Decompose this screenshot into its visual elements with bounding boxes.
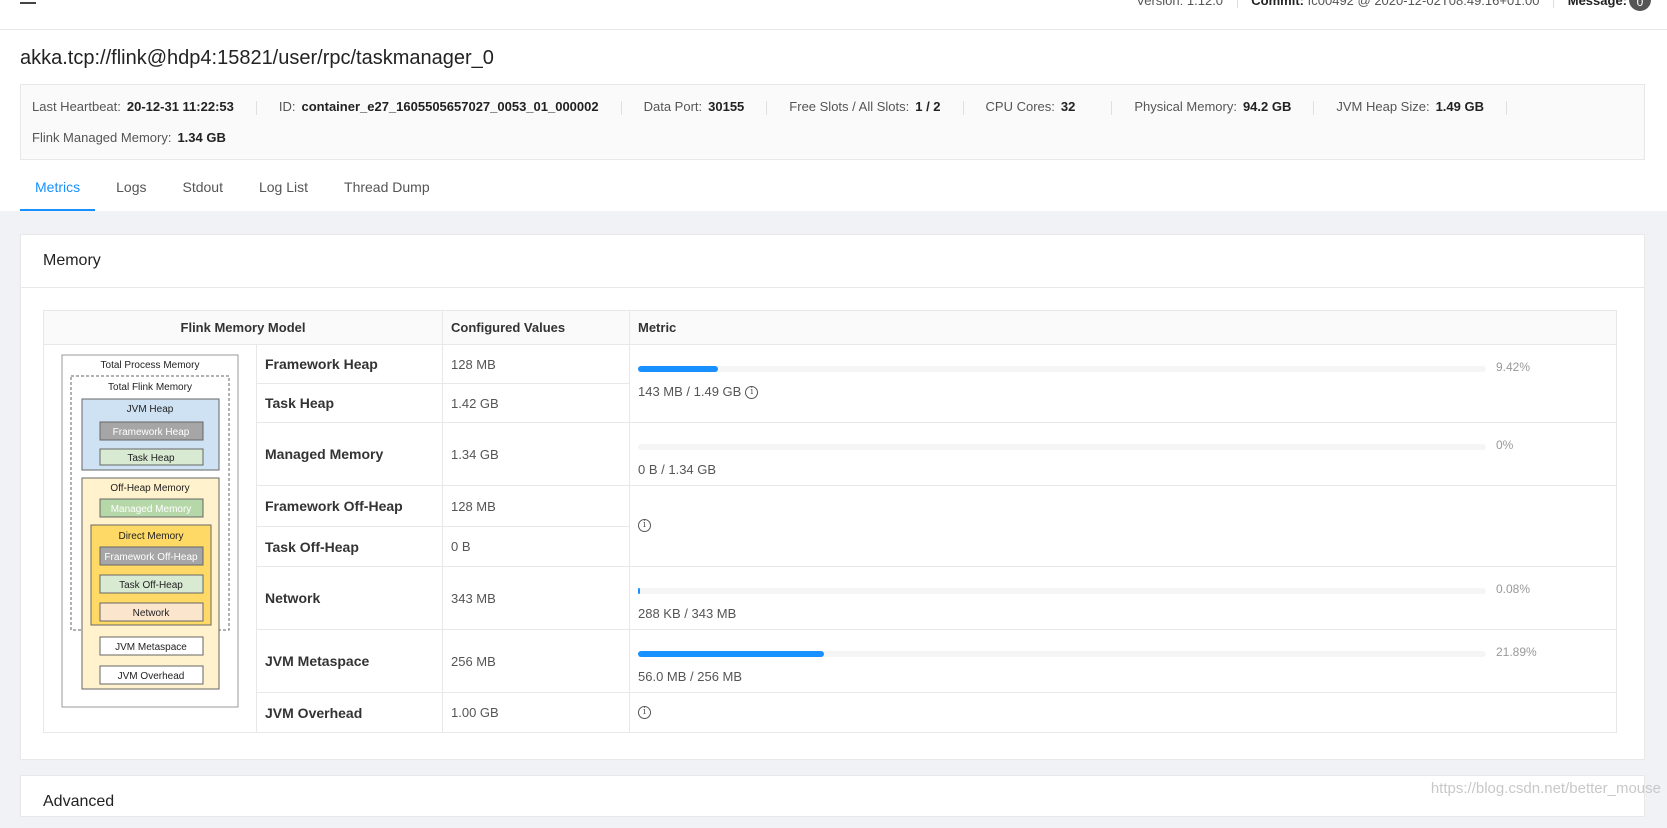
- info-icon[interactable]: i: [638, 705, 651, 719]
- model-task-off-heap: Task Off-Heap: [119, 580, 183, 591]
- row-value-framework-heap: 128 MB: [442, 344, 630, 384]
- memory-card-title: Memory: [21, 235, 1644, 288]
- heap-percent: 9.42%: [1496, 360, 1531, 374]
- top-bar: Version: 1.12.0 Commit: fc00492 @ 2020-1…: [0, 0, 1667, 30]
- metric-network: 0.08% 288 KB / 343 MB: [629, 566, 1617, 630]
- slots-item: Free Slots / All Slots: 1 / 2: [789, 99, 941, 114]
- heap-progress-bar: [638, 366, 1486, 372]
- message-label: Message:: [1567, 0, 1627, 8]
- row-value-task-heap: 1.42 GB: [442, 383, 630, 423]
- model-overhead: JVM Overhead: [118, 671, 185, 682]
- network-progress-bar: [638, 588, 1486, 594]
- model-total-flink: Total Flink Memory: [108, 382, 192, 393]
- version-info: Version: 1.12.0 Commit: fc00492 @ 2020-1…: [1136, 0, 1627, 8]
- metaspace-usage-text: 56.0 MB / 256 MB: [638, 669, 743, 684]
- version-value: 1.12.0: [1186, 0, 1224, 8]
- metric-header: Metric: [629, 310, 1617, 345]
- tab-bar: Metrics Logs Stdout Log List Thread Dump: [20, 172, 451, 211]
- row-value-network: 343 MB: [442, 566, 630, 630]
- model-metaspace: JVM Metaspace: [115, 642, 187, 653]
- info-icon[interactable]: i: [745, 386, 759, 400]
- metaspace-percent: 21.89%: [1496, 645, 1537, 659]
- managed-usage-text: 0 B / 1.34 GB: [638, 462, 717, 477]
- tab-metrics[interactable]: Metrics: [20, 172, 96, 211]
- row-label-framework-off-heap: Framework Off-Heap: [256, 485, 443, 527]
- network-usage-text: 288 KB / 343 MB: [638, 606, 737, 621]
- row-label-network: Network: [256, 566, 443, 630]
- managed-percent: 0%: [1496, 438, 1514, 452]
- managed-progress-bar: [638, 444, 1486, 450]
- model-managed: Managed Memory: [111, 504, 192, 515]
- model-network: Network: [133, 608, 171, 619]
- row-label-jvm-overhead: JVM Overhead: [256, 692, 443, 733]
- row-label-task-off-heap: Task Off-Heap: [256, 526, 443, 567]
- model-framework-heap: Framework Heap: [113, 427, 190, 438]
- tab-stdout[interactable]: Stdout: [167, 172, 237, 209]
- heartbeat-item: Last Heartbeat: 20-12-31 11:22:53: [32, 99, 234, 114]
- metric-metaspace: 21.89% 56.0 MB / 256 MB: [629, 629, 1617, 693]
- row-value-jvm-overhead: 1.00 GB: [442, 692, 630, 733]
- message-badge[interactable]: 0: [1629, 0, 1651, 11]
- menu-icon[interactable]: [20, 0, 36, 6]
- id-item: ID: container_e27_1605505657027_0053_01_0…: [278, 99, 599, 114]
- metric-off-heap: i: [629, 485, 1617, 567]
- network-percent: 0.08%: [1496, 582, 1531, 596]
- row-label-jvm-metaspace: JVM Metaspace: [256, 629, 443, 693]
- heap-usage-text: 143 MB / 1.49 GB i: [638, 384, 759, 400]
- watermark: https://blog.csdn.net/better_mouse: [1430, 780, 1661, 797]
- model-off-heap: Off-Heap Memory: [110, 483, 189, 494]
- model-jvm-heap: JVM Heap: [127, 404, 174, 415]
- advanced-card: Advanced: [20, 775, 1645, 817]
- row-value-framework-off-heap: 128 MB: [442, 485, 630, 527]
- tab-logs[interactable]: Logs: [101, 172, 161, 209]
- model-task-heap: Task Heap: [127, 453, 175, 464]
- physmem-item: Physical Memory: 94.2 GB: [1134, 99, 1292, 114]
- row-value-task-off-heap: 0 B: [442, 526, 630, 567]
- version-label: Version:: [1136, 0, 1184, 8]
- advanced-card-title[interactable]: Advanced: [21, 776, 1644, 828]
- commit-label: Commit:: [1251, 0, 1305, 8]
- metaspace-progress-bar: [638, 651, 1486, 657]
- heap-size-item: JVM Heap Size: 1.49 GB: [1336, 99, 1484, 114]
- cpu-item: CPU Cores: 32: [985, 99, 1076, 114]
- tab-log-list[interactable]: Log List: [244, 172, 323, 209]
- model-direct: Direct Memory: [118, 531, 183, 542]
- row-value-managed-memory: 1.34 GB: [442, 422, 630, 486]
- row-label-framework-heap: Framework Heap: [256, 344, 443, 384]
- metric-heap: 9.42% 143 MB / 1.49 GB i: [629, 344, 1617, 423]
- model-total-process: Total Process Memory: [101, 360, 200, 371]
- row-value-jvm-metaspace: 256 MB: [442, 629, 630, 693]
- model-framework-off-heap: Framework Off-Heap: [104, 552, 198, 563]
- taskmanager-descriptions: Last Heartbeat: 20-12-31 11:22:53 ID: conta…: [20, 84, 1645, 160]
- memory-model-diagram: Total Process Memory Total Flink Memory …: [43, 344, 257, 733]
- configured-header: Configured Values: [442, 310, 630, 345]
- row-label-managed-memory: Managed Memory: [256, 422, 443, 486]
- memory-table: Flink Memory Model Configured Values Met…: [43, 310, 1617, 733]
- managed-memory-item: Flink Managed Memory: 1.34 GB: [32, 130, 226, 145]
- dataport-item: Data Port: 30155: [643, 99, 745, 114]
- page-title: akka.tcp://flink@hdp4:15821/user/rpc/tas…: [20, 47, 494, 69]
- model-header: Flink Memory Model: [43, 310, 443, 345]
- metric-managed: 0% 0 B / 1.34 GB: [629, 422, 1617, 486]
- page-header: akka.tcp://flink@hdp4:15821/user/rpc/tas…: [0, 30, 1667, 211]
- row-label-task-heap: Task Heap: [256, 383, 443, 423]
- metric-overhead: i: [629, 692, 1617, 733]
- memory-card: Memory Flink Memory Model Configured Val…: [20, 234, 1645, 760]
- tab-thread-dump[interactable]: Thread Dump: [329, 172, 445, 209]
- info-icon[interactable]: i: [638, 519, 651, 532]
- commit-value: fc00492 @ 2020-12-02T08:49:16+01:00: [1307, 0, 1540, 8]
